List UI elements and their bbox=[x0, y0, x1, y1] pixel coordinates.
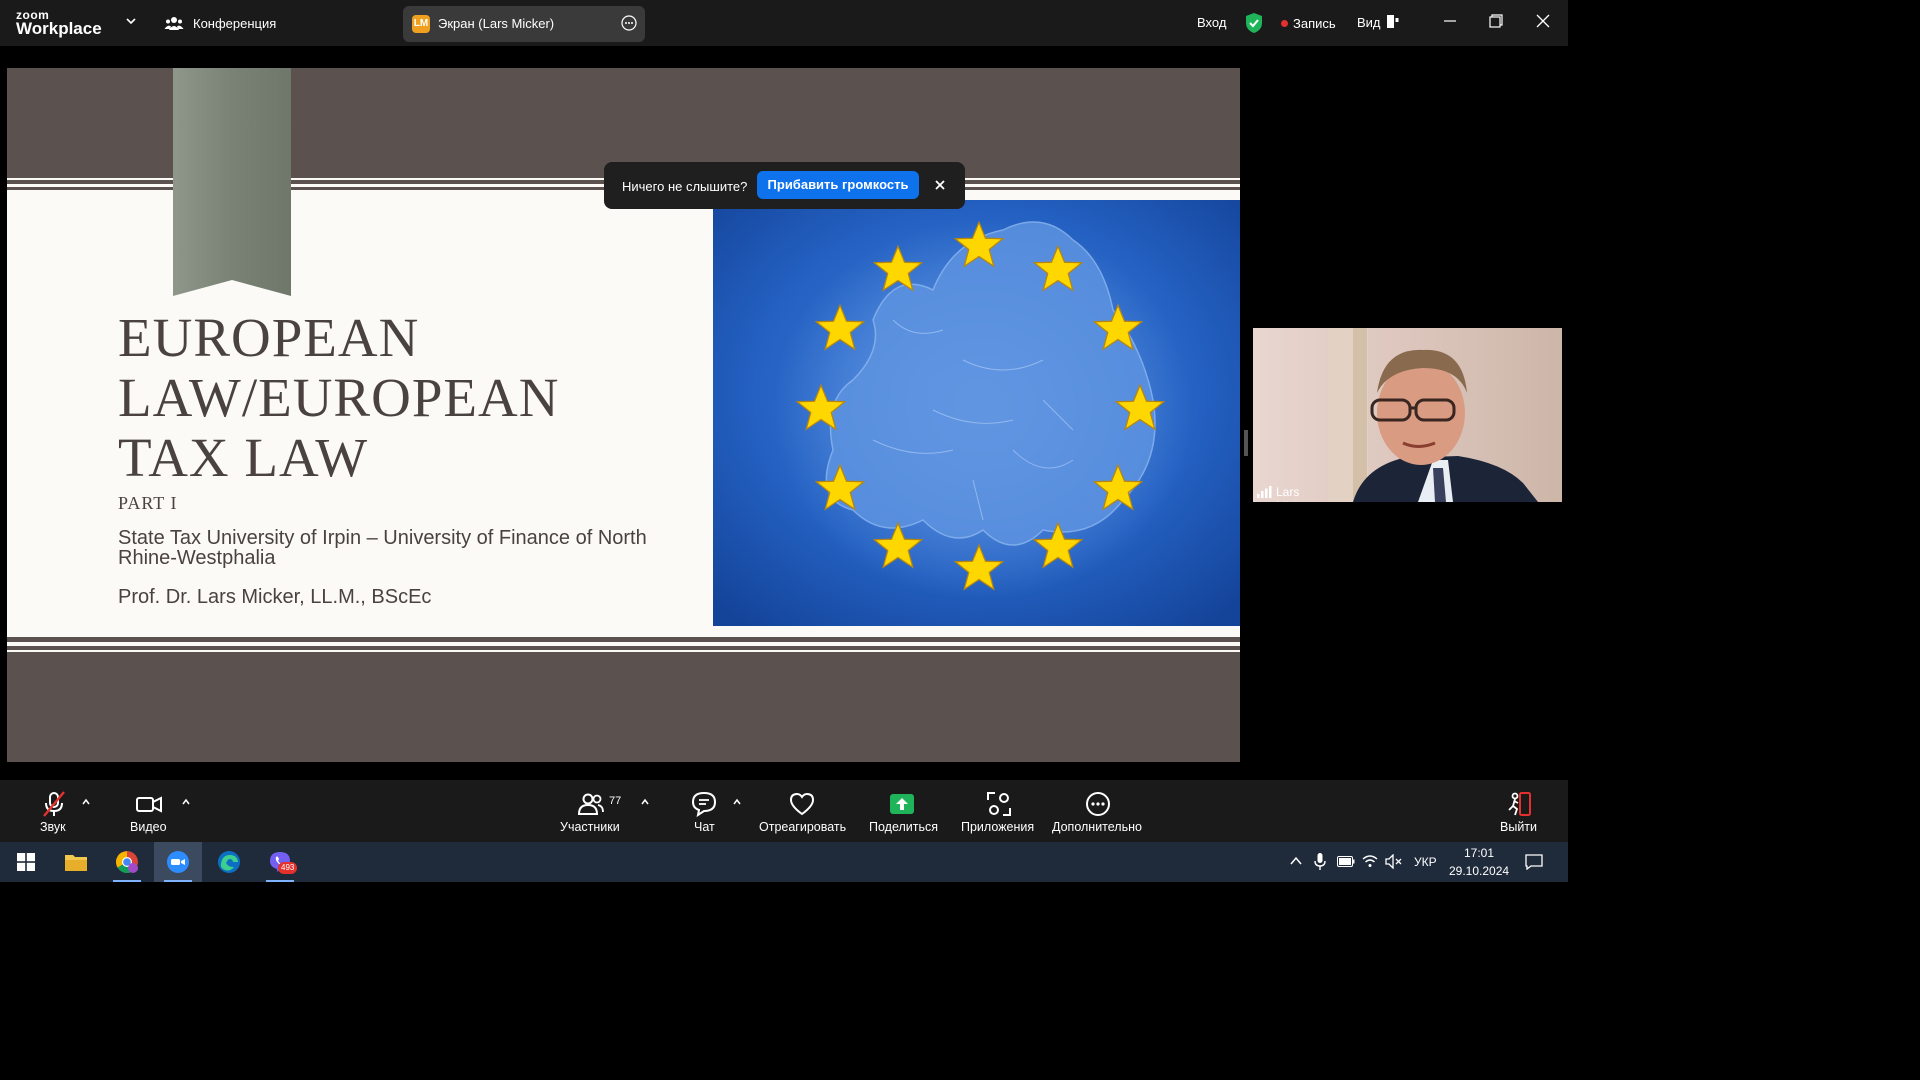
input-language[interactable]: УКР bbox=[1414, 855, 1437, 869]
title-bar: zoom Workplace Конференция LM Экран (Lar… bbox=[0, 0, 1568, 46]
view-menu[interactable]: Вид bbox=[1357, 15, 1381, 30]
shield-check-icon[interactable] bbox=[1244, 12, 1264, 34]
chevron-down-icon[interactable] bbox=[124, 14, 138, 28]
chevron-up-icon[interactable] bbox=[181, 798, 191, 806]
edge-icon bbox=[218, 851, 240, 873]
chevron-up-icon[interactable] bbox=[81, 798, 91, 806]
more-icon[interactable] bbox=[621, 15, 637, 31]
participants-group-icon[interactable] bbox=[164, 13, 184, 33]
chevron-up-icon[interactable] bbox=[732, 798, 742, 806]
video-button[interactable]: Видео bbox=[128, 780, 172, 842]
speaker-muted-icon[interactable] bbox=[1385, 854, 1403, 869]
audio-hint-text: Ничего не слышите? bbox=[622, 179, 748, 194]
zoom-logo-workplace: Workplace bbox=[16, 19, 102, 38]
slide-divider-bottom bbox=[7, 636, 1240, 652]
signal-strength-icon bbox=[1257, 486, 1272, 498]
restore-icon[interactable] bbox=[1489, 14, 1503, 28]
participants-label: Участники bbox=[560, 820, 620, 834]
more-label: Дополнительно bbox=[1052, 820, 1142, 834]
slide-title-line: TAX LAW bbox=[118, 427, 369, 488]
windows-start-icon bbox=[17, 853, 35, 871]
participants-icon bbox=[577, 793, 604, 815]
chevron-up-icon[interactable] bbox=[640, 798, 650, 806]
chevron-up-icon[interactable] bbox=[1290, 856, 1302, 866]
conference-menu[interactable]: Конференция bbox=[193, 16, 276, 31]
participants-count: 77 bbox=[609, 795, 622, 807]
leave-icon bbox=[1508, 792, 1531, 816]
login-button[interactable]: Вход bbox=[1197, 15, 1226, 30]
taskbar-edge[interactable] bbox=[205, 842, 253, 882]
apps-button[interactable]: Приложения bbox=[959, 780, 1039, 842]
slide-subtitle: PART I bbox=[118, 493, 178, 513]
taskbar-viber[interactable]: 493 bbox=[256, 842, 304, 882]
video-label: Видео bbox=[130, 820, 167, 834]
taskbar-file-explorer[interactable] bbox=[52, 842, 100, 882]
slide-footer-band bbox=[7, 652, 1240, 762]
close-icon[interactable] bbox=[1536, 14, 1550, 28]
chrome-icon bbox=[116, 851, 138, 873]
chat-bubble-icon bbox=[691, 791, 717, 818]
meeting-controls: Звук Видео 77 Участники Чат Отреагироват… bbox=[0, 780, 1568, 842]
participant-video-tile[interactable]: Lars Micker bbox=[1253, 328, 1562, 502]
leave-meeting-button[interactable]: Выйти bbox=[1497, 780, 1541, 842]
audio-button[interactable]: Звук bbox=[30, 780, 78, 842]
view-layout-icon[interactable] bbox=[1387, 15, 1399, 28]
close-icon[interactable] bbox=[934, 179, 946, 191]
screen-share-indicator[interactable]: LM Экран (Lars Micker) bbox=[403, 6, 645, 42]
apps-icon bbox=[987, 792, 1011, 816]
viber-unread-badge: 493 bbox=[278, 862, 298, 874]
share-label: Поделиться bbox=[869, 820, 939, 834]
heart-icon bbox=[789, 792, 815, 816]
eu-map-image bbox=[713, 200, 1240, 626]
apps-label: Приложения bbox=[961, 820, 1035, 834]
slide-title-line: LAW/EUROPEAN bbox=[118, 367, 560, 428]
participant-video-feed bbox=[1253, 328, 1562, 502]
running-indicator bbox=[113, 880, 141, 882]
taskbar-chrome[interactable] bbox=[103, 842, 151, 882]
slide-title-line: EUROPEAN bbox=[118, 307, 420, 368]
zoom-icon bbox=[167, 851, 189, 873]
presenter-avatar: LM bbox=[412, 15, 430, 33]
chat-label: Чат bbox=[694, 820, 715, 834]
microphone-icon[interactable] bbox=[1314, 853, 1326, 871]
share-screen-icon bbox=[890, 794, 914, 814]
chat-button[interactable]: Чат bbox=[686, 780, 722, 842]
bookmark-ribbon bbox=[173, 68, 291, 296]
slide-title: EUROPEAN LAW/EUROPEAN TAX LAW bbox=[118, 308, 718, 488]
running-indicator bbox=[164, 880, 192, 882]
record-dot-icon bbox=[1281, 20, 1288, 27]
participants-button[interactable]: 77 Участники bbox=[558, 780, 628, 842]
start-button[interactable] bbox=[4, 842, 48, 882]
minimize-icon[interactable] bbox=[1443, 14, 1457, 28]
share-screen-button[interactable]: Поделиться bbox=[867, 780, 939, 842]
record-button[interactable]: Запись bbox=[1293, 16, 1336, 31]
windows-taskbar: 493 УКР 17:01 29.10.2024 bbox=[0, 842, 1568, 882]
screen-share-label: Экран (Lars Micker) bbox=[438, 16, 555, 31]
file-explorer-icon bbox=[65, 855, 87, 871]
leave-label: Выйти bbox=[1500, 820, 1538, 834]
more-button[interactable]: Дополнительно bbox=[1050, 780, 1146, 842]
battery-icon[interactable] bbox=[1337, 856, 1355, 867]
slide-university: State Tax University of Irpin – Universi… bbox=[118, 527, 647, 569]
more-icon bbox=[1086, 792, 1110, 816]
wifi-icon[interactable] bbox=[1362, 854, 1378, 868]
increase-volume-button[interactable]: Прибавить громкость bbox=[757, 171, 919, 199]
slide-author: Prof. Dr. Lars Micker, LL.M., BScEc bbox=[118, 586, 432, 608]
taskbar-zoom[interactable] bbox=[154, 842, 202, 882]
clock-time[interactable]: 17:01 bbox=[1464, 846, 1494, 860]
clock-date[interactable]: 29.10.2024 bbox=[1449, 864, 1509, 878]
react-button[interactable]: Отреагировать bbox=[757, 780, 847, 842]
video-camera-icon bbox=[136, 796, 162, 813]
audio-hint-popup: Ничего не слышите? Прибавить громкость bbox=[604, 162, 965, 209]
participant-name: Lars Micker bbox=[1276, 485, 1311, 502]
running-indicator bbox=[266, 880, 294, 882]
audio-label: Звук bbox=[40, 820, 66, 834]
panel-resize-handle[interactable] bbox=[1244, 430, 1248, 456]
microphone-muted-icon bbox=[43, 791, 65, 817]
notification-center-icon[interactable] bbox=[1525, 854, 1543, 870]
react-label: Отреагировать bbox=[759, 820, 847, 834]
